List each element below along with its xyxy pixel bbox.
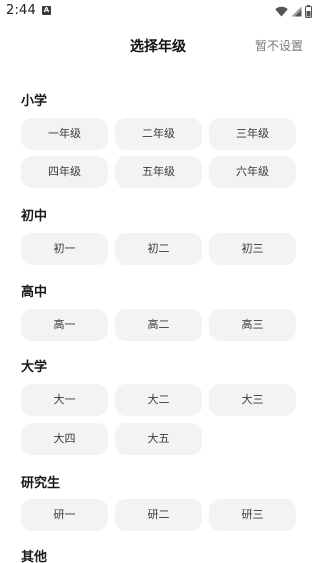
grade-option[interactable]: 研一 bbox=[21, 499, 108, 531]
grade-selection-screen: 2:44 A 选择年级 暂不设置 小学 一年级 二年级 三年级 四年级 五年级 … bbox=[0, 0, 316, 563]
grade-option[interactable]: 五年级 bbox=[115, 156, 202, 188]
battery-icon bbox=[305, 4, 312, 18]
status-bar: 2:44 A bbox=[0, 0, 316, 22]
grade-option[interactable]: 大三 bbox=[209, 384, 296, 416]
section-title-primary: 小学 bbox=[21, 94, 48, 109]
grade-option[interactable]: 大五 bbox=[115, 423, 202, 455]
grade-option[interactable]: 大二 bbox=[115, 384, 202, 416]
grade-option[interactable]: 六年级 bbox=[209, 156, 296, 188]
section-title-senior-high: 高中 bbox=[21, 285, 48, 300]
grade-option[interactable]: 三年级 bbox=[209, 118, 296, 150]
status-time: 2:44 bbox=[6, 3, 36, 18]
grade-option[interactable]: 初二 bbox=[115, 233, 202, 265]
grade-option[interactable]: 四年级 bbox=[21, 156, 108, 188]
section-title-other: 其他 bbox=[21, 550, 48, 563]
grade-option[interactable]: 高一 bbox=[21, 309, 108, 341]
grade-option[interactable]: 研三 bbox=[209, 499, 296, 531]
grade-option[interactable]: 初一 bbox=[21, 233, 108, 265]
section-title-junior-high: 初中 bbox=[21, 209, 48, 224]
skip-button[interactable]: 暂不设置 bbox=[255, 37, 303, 54]
section-title-university: 大学 bbox=[21, 360, 48, 375]
header: 选择年级 暂不设置 bbox=[0, 24, 316, 66]
status-icons bbox=[275, 4, 312, 18]
grade-option[interactable]: 一年级 bbox=[21, 118, 108, 150]
notification-a-icon: A bbox=[42, 6, 51, 15]
wifi-icon bbox=[275, 6, 288, 17]
section-title-graduate: 研究生 bbox=[21, 476, 61, 491]
grade-option[interactable]: 二年级 bbox=[115, 118, 202, 150]
grade-option[interactable]: 高三 bbox=[209, 309, 296, 341]
grade-option[interactable]: 初三 bbox=[209, 233, 296, 265]
grade-option[interactable]: 大四 bbox=[21, 423, 108, 455]
signal-icon bbox=[291, 6, 302, 17]
grade-option[interactable]: 研二 bbox=[115, 499, 202, 531]
grade-option[interactable]: 高二 bbox=[115, 309, 202, 341]
grade-option[interactable]: 大一 bbox=[21, 384, 108, 416]
